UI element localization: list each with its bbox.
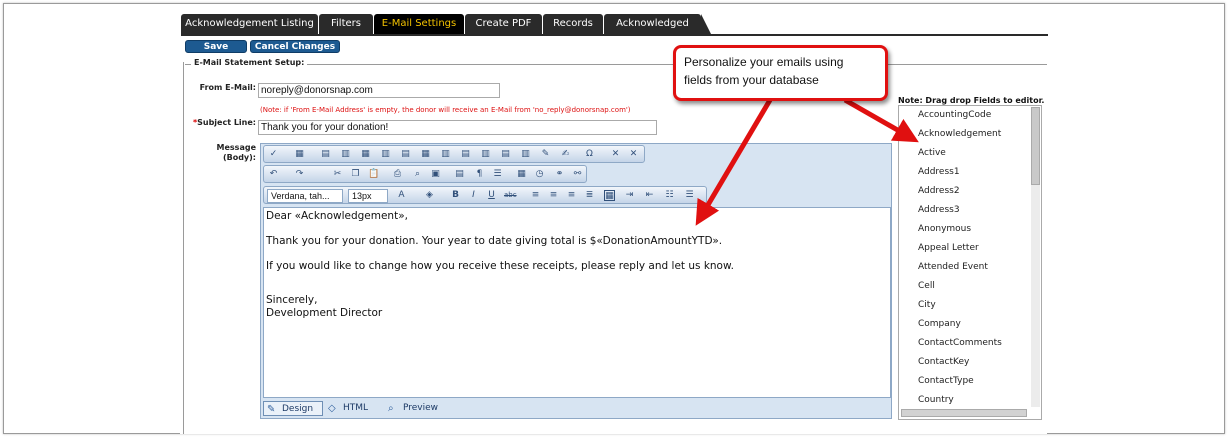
callout-line1: Personalize your emails using	[684, 55, 844, 69]
annotation-arrows	[695, 97, 919, 226]
annotation-callout: Personalize your emails using fields fro…	[673, 45, 888, 101]
arrow-to-fields	[843, 97, 919, 143]
arrow-to-editor	[695, 98, 773, 226]
callout-line2: fields from your database	[684, 73, 819, 87]
